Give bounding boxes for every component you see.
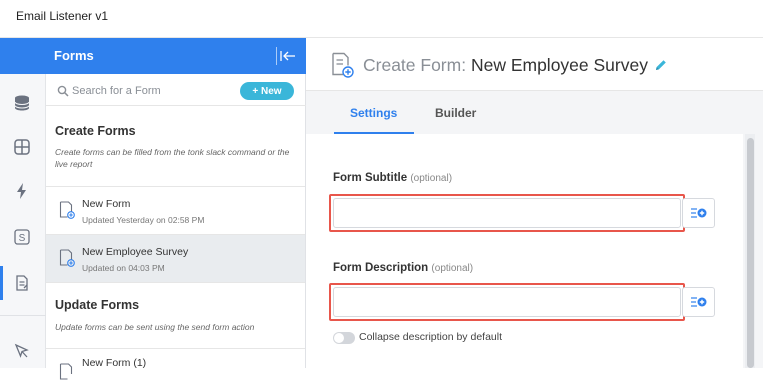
form-subtitle-label: Form Subtitle (optional) (333, 172, 452, 184)
form-description-label-text: Form Description (333, 262, 429, 274)
tab-settings[interactable]: Settings (350, 106, 397, 120)
database-icon[interactable] (11, 92, 33, 114)
edit-pencil-icon[interactable] (654, 58, 668, 72)
form-header: Create Form: New Employee Survey (306, 38, 763, 91)
form-icon[interactable] (11, 272, 33, 294)
list-item[interactable]: New Form Updated Yesterday on 02:58 PM (46, 186, 305, 234)
top-bar: Email Listener v1 (0, 0, 763, 38)
rail-divider (0, 315, 46, 316)
form-subtitle-input[interactable] (333, 198, 681, 228)
list-item[interactable]: New Employee Survey Updated on 04:03 PM (46, 234, 305, 282)
form-description-input[interactable] (333, 287, 681, 317)
icon-rail: S (0, 38, 46, 368)
list-item-name: New Employee Survey (82, 246, 189, 258)
search-icon (57, 84, 69, 97)
forms-panel: Forms + New Create Forms Create forms ca… (46, 38, 306, 380)
rail-header (0, 38, 46, 74)
list-item[interactable]: New Form (1) (46, 348, 305, 380)
update-forms-heading: Update Forms (55, 298, 140, 312)
page-title: Create Form: New Employee Survey (363, 55, 648, 76)
list-item-name: New Form (82, 198, 131, 210)
form-doc-icon (59, 249, 75, 267)
list-item-name: New Form (1) (82, 357, 147, 369)
bolt-icon[interactable] (11, 180, 33, 202)
insert-variable-button[interactable] (682, 287, 715, 317)
tab-builder[interactable]: Builder (435, 106, 476, 120)
collapse-description-label: Collapse description by default (359, 331, 503, 343)
search-row: + New (46, 74, 306, 106)
optional-tag: (optional) (410, 173, 453, 184)
insert-variable-icon (690, 208, 706, 218)
app-title: Email Listener v1 (16, 9, 109, 23)
create-forms-description: Create forms can be filled from the tonk… (55, 147, 290, 169)
insert-variable-icon (690, 297, 706, 307)
forms-panel-header: Forms (46, 38, 306, 74)
update-forms-description: Update forms can be sent using the send … (55, 322, 255, 332)
collapse-panel-icon[interactable] (276, 47, 298, 65)
form-doc-icon (59, 363, 75, 381)
search-input[interactable] (72, 81, 232, 101)
svg-text:S: S (19, 233, 26, 244)
insert-variable-button[interactable] (682, 198, 715, 228)
list-item-meta: Updated Yesterday on 02:58 PM (82, 215, 205, 225)
collapse-description-toggle[interactable] (333, 332, 355, 344)
optional-tag: (optional) (431, 263, 474, 274)
tab-bar: Settings Builder (306, 91, 763, 134)
forms-panel-title: Forms (54, 48, 94, 63)
page-title-name: New Employee Survey (470, 55, 648, 75)
create-forms-heading: Create Forms (55, 124, 136, 138)
cursor-icon[interactable] (11, 340, 33, 362)
grid-icon[interactable] (11, 136, 33, 158)
form-subtitle-label-text: Form Subtitle (333, 172, 408, 184)
scrollbar-thumb[interactable] (747, 138, 754, 368)
rail-active-indicator (0, 266, 3, 300)
settings-content: Form Subtitle (optional) Form Descriptio… (306, 134, 743, 368)
form-description-label: Form Description (optional) (333, 262, 473, 274)
list-divider (46, 282, 305, 283)
list-item-meta: Updated on 04:03 PM (82, 263, 165, 273)
page-title-prefix: Create Form: (363, 55, 467, 75)
main-area: Create Form: New Employee Survey Setting… (306, 38, 763, 368)
toggle-knob (334, 333, 344, 343)
s-badge-icon[interactable]: S (11, 226, 33, 248)
new-form-button[interactable]: + New (240, 82, 294, 100)
create-form-icon (331, 52, 355, 78)
form-doc-icon (59, 201, 75, 219)
